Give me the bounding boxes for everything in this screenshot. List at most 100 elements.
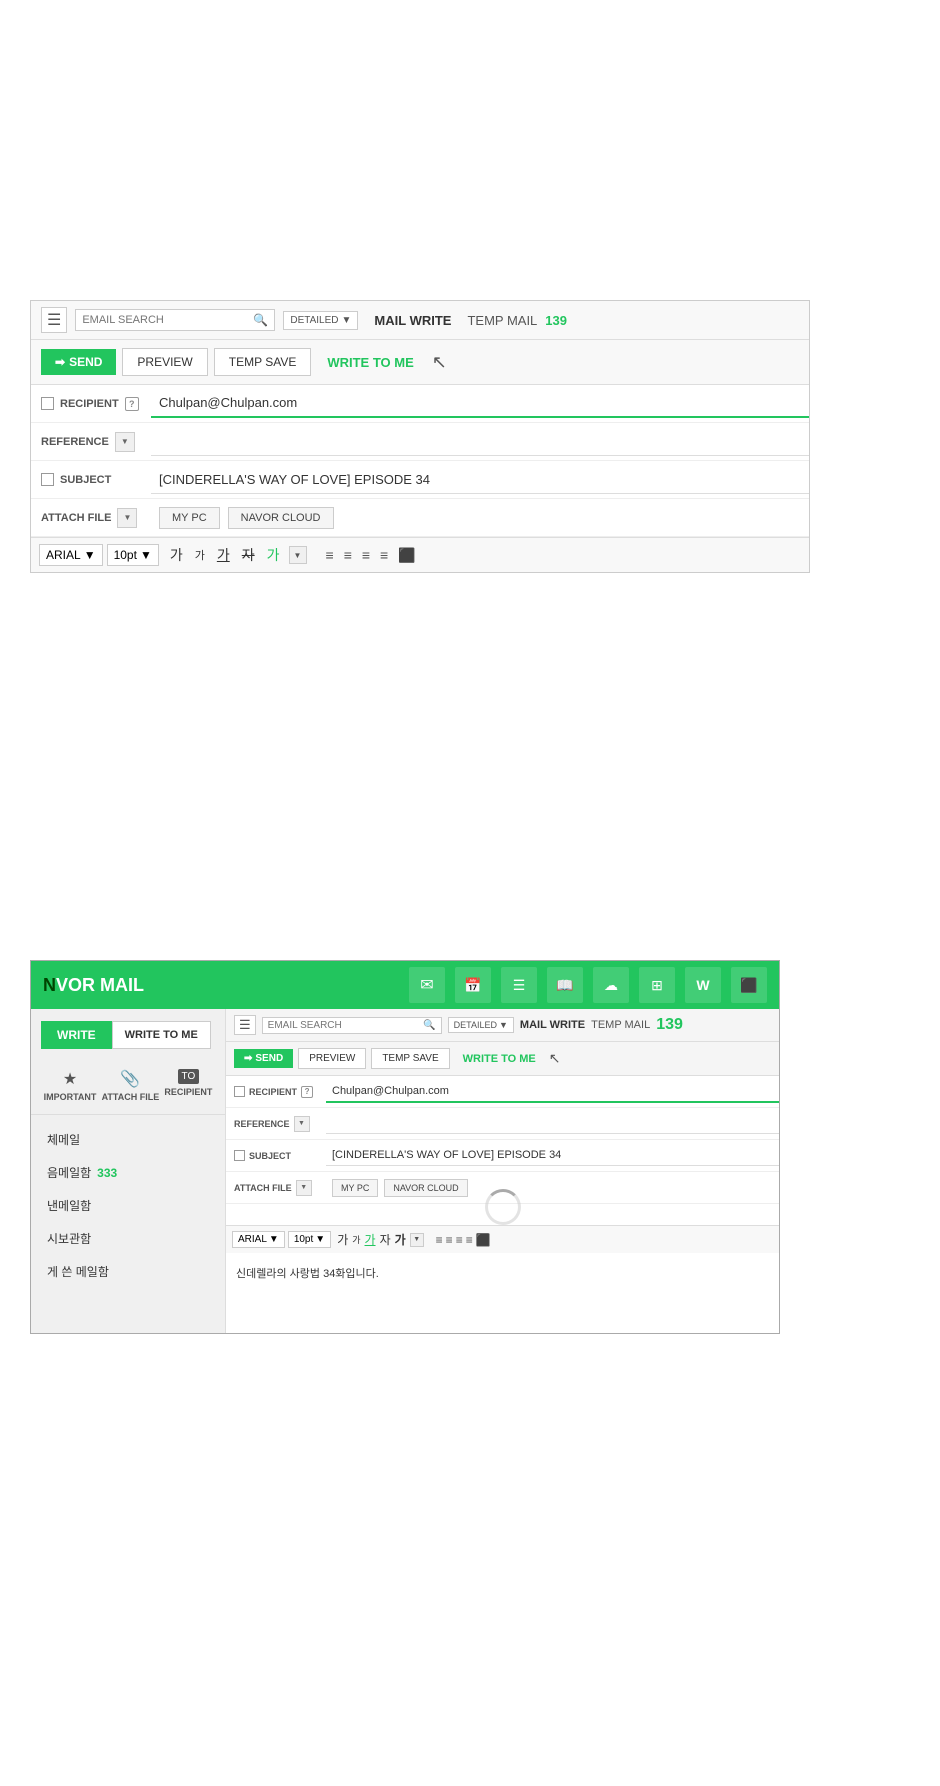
- attach-dropdown-icon[interactable]: ▼: [117, 508, 137, 528]
- sidebar-item-naemail[interactable]: 낸메일함: [31, 1189, 225, 1222]
- content-search-input[interactable]: [268, 1020, 424, 1031]
- subject-checkbox[interactable]: [41, 473, 54, 486]
- content-temp-save-button[interactable]: TEMP SAVE: [371, 1048, 449, 1069]
- sidebar-important-action[interactable]: ★ IMPORTANT: [44, 1069, 97, 1102]
- eummail-count: 333: [97, 1166, 117, 1180]
- char-small[interactable]: 가: [192, 546, 208, 564]
- write-to-me-button[interactable]: WRITE TO ME: [317, 349, 423, 376]
- sidebar-important-label: IMPORTANT: [44, 1092, 97, 1102]
- content-subject-label: SUBJECT: [226, 1145, 326, 1166]
- content-area: ☰ 🔍 DETAILED ▼ MAIL WRITE TEMP MAIL 139 …: [226, 1009, 779, 1333]
- sidebar-attach-action[interactable]: 📎 ATTACH FILE: [102, 1069, 160, 1102]
- grid-icon-box[interactable]: ⊞: [639, 967, 675, 1003]
- align-center-icon[interactable]: ≡: [341, 545, 355, 566]
- content-subject-input[interactable]: [326, 1145, 779, 1166]
- char-colored[interactable]: 가: [264, 544, 283, 566]
- reference-dropdown-icon[interactable]: ▼: [115, 432, 135, 452]
- my-pc-button[interactable]: MY PC: [159, 507, 220, 529]
- content-reference-input[interactable]: [326, 1113, 779, 1134]
- logo-mail-text: MAIL: [95, 975, 144, 995]
- content-help-icon[interactable]: ?: [301, 1086, 313, 1098]
- navor-cloud-button[interactable]: NAVOR CLOUD: [228, 507, 334, 529]
- char-strikethrough[interactable]: 자: [239, 544, 258, 566]
- book-icon-box[interactable]: 📖: [547, 967, 583, 1003]
- c-align-center-icon[interactable]: ≡: [446, 1233, 453, 1247]
- content-recipient-input[interactable]: [326, 1081, 779, 1103]
- send-button[interactable]: ➡ SEND: [41, 349, 116, 375]
- attach-file-row: ATTACH FILE ▼ MY PC NAVOR CLOUD: [31, 499, 809, 537]
- loading-spinner: [485, 1189, 521, 1225]
- c-char-normal[interactable]: 가: [337, 1231, 348, 1248]
- c-char-colored[interactable]: 가: [365, 1231, 376, 1248]
- c-char-strikethrough[interactable]: 자: [380, 1231, 391, 1248]
- reference-input[interactable]: [151, 428, 809, 456]
- sidebar-item-chemail[interactable]: 체메일: [31, 1123, 225, 1156]
- content-hamburger-button[interactable]: ☰: [234, 1015, 256, 1035]
- sidebar-write-button[interactable]: WRITE: [41, 1021, 112, 1049]
- mail-icon: ✉: [420, 975, 433, 995]
- align-right-icon[interactable]: ≡: [359, 545, 373, 566]
- char-underline[interactable]: 가: [214, 544, 233, 566]
- char-normal[interactable]: 가: [167, 544, 186, 566]
- mail-icon-box[interactable]: ✉: [409, 967, 445, 1003]
- action-toolbar: ➡ SEND PREVIEW TEMP SAVE WRITE TO ME ↖: [31, 340, 809, 385]
- detailed-button[interactable]: DETAILED ▼: [283, 311, 358, 330]
- sidebar-write-to-me-button[interactable]: WRITE TO ME: [112, 1021, 211, 1049]
- search-input[interactable]: [82, 314, 253, 326]
- sidebar-item-eummail[interactable]: 음메일함 333: [31, 1156, 225, 1189]
- editor-toolbar: ARIAL ▼ 10pt ▼ 가 가 가 자 가 ▼ ≡ ≡ ≡ ≡ ⬛: [31, 537, 809, 572]
- c-align-left-icon[interactable]: ≡: [436, 1233, 443, 1247]
- content-preview-button[interactable]: PREVIEW: [298, 1048, 366, 1069]
- c-char-format-dropdown[interactable]: ▼: [410, 1233, 424, 1247]
- char-format-dropdown[interactable]: ▼: [289, 546, 307, 564]
- subject-row: SUBJECT: [31, 461, 809, 499]
- sidebar-item-sibogwan[interactable]: 시보관함: [31, 1222, 225, 1255]
- content-recipient-checkbox[interactable]: [234, 1086, 245, 1097]
- c-align-justify-icon[interactable]: ≡: [466, 1233, 473, 1247]
- c-align-right-icon[interactable]: ≡: [456, 1233, 463, 1247]
- c-char-bold[interactable]: 가: [395, 1231, 406, 1248]
- c-char-small[interactable]: 가: [352, 1233, 360, 1246]
- content-editor-body[interactable]: 신데렐라의 사랑법 34화입니다.: [226, 1253, 779, 1333]
- content-subject-row: SUBJECT: [226, 1140, 779, 1172]
- hamburger-menu-button[interactable]: ☰: [41, 307, 67, 333]
- recipient-input[interactable]: [151, 389, 809, 418]
- calendar-icon-box[interactable]: 📅: [455, 967, 491, 1003]
- list-icon-box[interactable]: ☰: [501, 967, 537, 1003]
- align-left-icon[interactable]: ≡: [323, 545, 337, 566]
- temp-mail-label: TEMP MAIL: [467, 313, 537, 328]
- subject-input[interactable]: [151, 466, 809, 494]
- cloud-icon-box[interactable]: ☁: [593, 967, 629, 1003]
- font-dropdown-icon: ▼: [84, 548, 96, 562]
- more-icon-box[interactable]: ⬛: [731, 967, 767, 1003]
- content-send-button[interactable]: ➡ SEND: [234, 1049, 293, 1068]
- to-icon: TO: [178, 1069, 200, 1084]
- sidebar-recipient-action[interactable]: TO RECIPIENT: [164, 1069, 212, 1102]
- font-select[interactable]: ARIAL ▼: [39, 544, 103, 566]
- chevron-down-icon: ▼: [342, 315, 352, 326]
- content-reference-label: REFERENCE ▼: [226, 1111, 326, 1137]
- c-align-extra-icon[interactable]: ⬛: [476, 1233, 491, 1247]
- preview-button[interactable]: PREVIEW: [122, 348, 207, 376]
- help-icon[interactable]: ?: [125, 397, 139, 411]
- mail-write-label: MAIL WRITE: [374, 313, 451, 328]
- content-size-select[interactable]: 10pt ▼: [288, 1231, 331, 1248]
- sidebar-item-gessen[interactable]: 게 쓴 메일함: [31, 1255, 225, 1288]
- content-font-select[interactable]: ARIAL ▼: [232, 1231, 285, 1248]
- content-subject-checkbox[interactable]: [234, 1150, 245, 1161]
- content-detailed-button[interactable]: DETAILED ▼: [448, 1017, 514, 1033]
- header-icons-group: ✉ 📅 ☰ 📖 ☁ ⊞ W ⬛: [409, 967, 767, 1003]
- content-reference-dropdown[interactable]: ▼: [294, 1116, 310, 1132]
- w-icon: W: [696, 977, 709, 993]
- content-write-to-me-button[interactable]: WRITE TO ME: [455, 1049, 544, 1069]
- content-action-bar: ➡ SEND PREVIEW TEMP SAVE WRITE TO ME ↖: [226, 1042, 779, 1076]
- w-icon-box[interactable]: W: [685, 967, 721, 1003]
- recipient-checkbox[interactable]: [41, 397, 54, 410]
- logo-vor-text: VOR: [56, 975, 95, 995]
- align-justify-icon[interactable]: ≡: [377, 545, 391, 566]
- content-search-icon: 🔍: [423, 1020, 435, 1031]
- temp-save-button[interactable]: TEMP SAVE: [214, 348, 312, 376]
- font-size-select[interactable]: 10pt ▼: [107, 544, 159, 566]
- more-icon: ⬛: [740, 977, 757, 994]
- align-extra-icon[interactable]: ⬛: [395, 545, 418, 566]
